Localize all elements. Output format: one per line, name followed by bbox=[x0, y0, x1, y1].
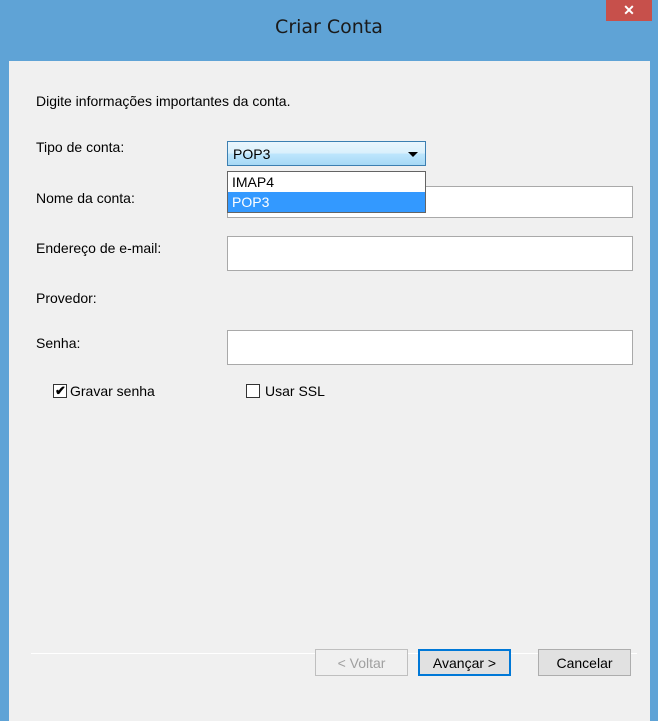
save-password-checkbox[interactable]: ✔ bbox=[53, 384, 67, 398]
close-button[interactable]: ✕ bbox=[606, 0, 652, 21]
next-button[interactable]: Avançar > bbox=[418, 649, 511, 676]
intro-text: Digite informações importantes da conta. bbox=[36, 93, 291, 109]
use-ssl-checkbox[interactable] bbox=[246, 384, 260, 398]
account-type-dropdown: IMAP4 POP3 bbox=[227, 171, 426, 213]
create-account-window: Criar Conta ✕ Digite informações importa… bbox=[0, 0, 658, 721]
cancel-button[interactable]: Cancelar bbox=[538, 649, 631, 676]
password-field[interactable] bbox=[227, 330, 633, 365]
dropdown-option-imap4[interactable]: IMAP4 bbox=[228, 172, 425, 192]
account-name-label: Nome da conta: bbox=[36, 190, 135, 206]
account-type-value: POP3 bbox=[233, 146, 271, 162]
provider-label: Provedor: bbox=[36, 290, 97, 306]
close-icon: ✕ bbox=[623, 2, 635, 18]
save-password-label[interactable]: Gravar senha bbox=[70, 383, 155, 399]
account-type-select[interactable]: POP3 bbox=[227, 141, 426, 166]
email-field[interactable] bbox=[227, 236, 633, 271]
checkmark-icon: ✔ bbox=[55, 383, 66, 398]
account-type-label: Tipo de conta: bbox=[36, 139, 125, 155]
use-ssl-label[interactable]: Usar SSL bbox=[265, 383, 325, 399]
back-button[interactable]: < Voltar bbox=[315, 649, 408, 676]
dialog-body: Digite informações importantes da conta.… bbox=[9, 61, 650, 721]
window-title: Criar Conta bbox=[275, 16, 383, 38]
chevron-down-icon[interactable] bbox=[408, 152, 418, 157]
dropdown-option-pop3[interactable]: POP3 bbox=[228, 192, 425, 212]
password-label: Senha: bbox=[36, 335, 81, 351]
title-bar[interactable]: Criar Conta ✕ bbox=[0, 0, 658, 60]
email-label: Endereço de e-mail: bbox=[36, 240, 162, 256]
